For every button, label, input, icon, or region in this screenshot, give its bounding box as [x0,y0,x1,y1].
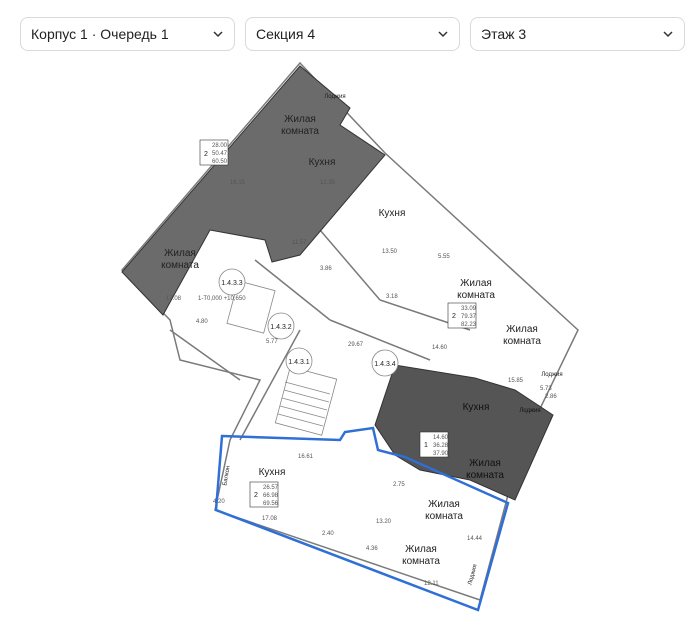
rooms-count: 1 [424,442,428,449]
rooms-count: 2 [254,492,258,499]
chevron-down-icon [438,31,448,38]
dimension: 2.75 [393,482,405,488]
building-select-value: Корпус 1 · Очередь 1 [31,26,169,42]
dimension: 12.11 [424,581,439,587]
dimension: 3.18 [386,294,398,300]
loggia-label: Лоджия [324,94,345,100]
area-box: 2 28.00 50.47 60.50 [199,139,229,166]
dimension: 5.77 [266,339,278,345]
dimension: 16.61 [298,454,314,460]
area-total: 66.98 [263,493,279,499]
apartment-id-marker[interactable]: 1.4.3.3 [218,268,246,296]
stairwell [274,366,338,436]
living-room-label: Жилая [469,458,501,469]
dimension: 14.60 [432,345,448,351]
area-total: 50.47 [212,151,228,157]
kitchen-label: Кухня [463,402,490,413]
dimension: 4.80 [196,319,208,325]
living-room-label-line2: комната [425,511,463,522]
apartment-id-text: 1.4.3.4 [374,361,396,368]
area-with-loggia: 37.90 [433,451,449,457]
dimension: 11.57 [292,240,307,246]
living-room-label: Жилая [405,544,437,555]
living-room-label-line2: комната [161,260,199,271]
kitchen-label: Кухня [309,157,336,168]
dimension: 15.04 [490,484,506,490]
dimension: 16.15 [230,180,246,186]
chevron-down-icon [663,31,673,38]
dimension: 2.86 [545,394,557,400]
area-total: 36.28 [433,443,449,449]
dimension: 17.08 [262,516,278,522]
dimension: 5.55 [438,254,450,260]
building-select[interactable]: Корпус 1 · Очередь 1 [20,17,235,51]
rooms-count: 2 [452,313,456,320]
floor-select[interactable]: Этаж 3 [470,17,685,51]
area-box: 2 33.09 79.37 82.23 [447,302,477,329]
section-select[interactable]: Секция 4 [245,17,460,51]
area-box: 1 14.60 36.28 37.90 [419,431,449,458]
loggia-label: Лоджия [467,564,478,586]
apartment-id-marker[interactable]: 1.4.3.4 [371,349,399,377]
rooms-count: 2 [204,151,208,158]
living-room-label-line2: комната [281,126,319,137]
living-room-label-line2: комната [457,290,495,301]
dimensions: 16.15 12.35 17.08 11.57 3.18 5.55 3.86 1… [166,180,557,587]
area-living: 33.09 [461,306,477,312]
living-room-label: Жилая [506,324,538,335]
area-living: 26.57 [263,485,279,491]
area-living: 28.00 [212,143,228,149]
apartment-id-text: 1.4.3.1 [288,359,310,366]
dimension: 5.73 [540,386,552,392]
dimension: 17.08 [166,296,182,302]
living-room-label: Жилая [428,499,460,510]
dimension: 3.86 [320,266,332,272]
dimension: 14.44 [467,536,483,542]
section-select-value: Секция 4 [256,26,316,42]
dimension: 13.20 [376,519,392,525]
apartment-1.4.3.3[interactable] [121,65,386,316]
loggia-label: Лоджия [541,372,562,378]
apartment-id-marker[interactable]: 1.4.3.2 [267,312,295,340]
area-living: 14.60 [433,435,449,441]
area-with-loggia: 69.56 [263,501,279,507]
chevron-down-icon [213,31,223,38]
area-box: 2 26.57 66.98 69.56 [249,481,279,508]
dimension: 15.85 [508,378,524,384]
dimension: 29.67 [348,342,364,348]
living-room-label: Жилая [284,114,316,125]
filter-toolbar: Корпус 1 · Очередь 1 Секция 4 Этаж 3 [0,0,694,64]
dimension: 4.20 [213,499,225,505]
floor-select-value: Этаж 3 [481,26,527,42]
kitchen-label: Кухня [259,467,286,478]
apartment-id-marker[interactable]: 1.4.3.1 [285,347,313,375]
apartment-id-text: 1.4.3.3 [221,280,243,287]
area-with-loggia: 60.50 [212,159,228,165]
loggia-label: Лоджия [519,408,540,414]
dimension: 13.50 [382,249,398,255]
area-total: 79.37 [461,314,477,320]
dimension: 12.35 [320,180,336,186]
dimension: 3.34 [420,419,432,425]
floor-plan: Жилая комната Кухня Жилая комната Кухня … [120,61,579,612]
dimension: 2.40 [322,531,334,537]
living-room-label-line2: комната [503,336,541,347]
living-room-label: Жилая [460,278,492,289]
elevation-note: 1-Т0,000 +10,650 [198,296,246,302]
kitchen-label: Кухня [379,208,406,219]
dimension: 4.36 [366,546,378,552]
apartment-id-text: 1.4.3.2 [270,324,292,331]
living-room-label-line2: комната [402,556,440,567]
dimension: 10.21 [480,423,496,429]
living-room-label: Жилая [164,248,196,259]
apartment-1.4.3.2[interactable] [374,364,554,501]
area-with-loggia: 82.23 [461,322,477,328]
living-room-label-line2: комната [466,470,504,481]
